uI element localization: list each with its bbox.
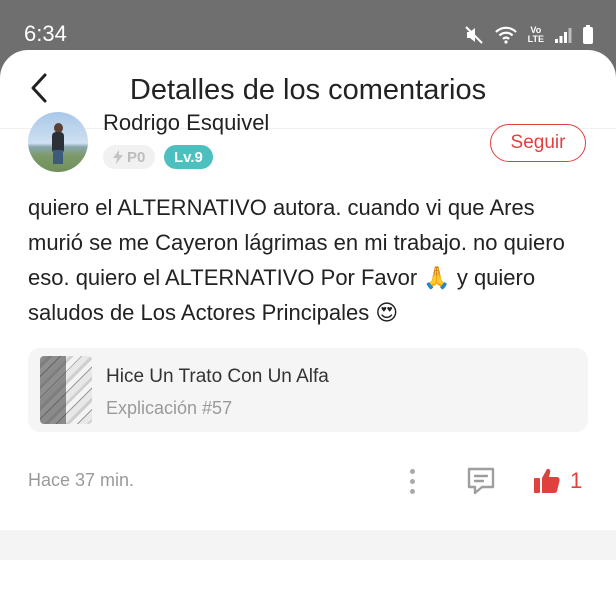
- like-count: 1: [570, 468, 583, 493]
- like-button[interactable]: 1: [532, 464, 582, 498]
- book-title: Hice Un Trato Con Un Alfa: [106, 366, 329, 387]
- book-cover: [40, 356, 92, 424]
- comment-text: quiero el ALTERNATIVO autora. cuando vi …: [28, 195, 565, 325]
- follow-button[interactable]: Seguir: [490, 124, 586, 162]
- section-divider: [0, 530, 616, 560]
- thumbs-up-icon: [534, 468, 560, 493]
- header: Detalles de los comentarios: [0, 50, 616, 129]
- points-value: P0: [127, 148, 146, 166]
- mute-icon: [464, 26, 483, 44]
- signal-icon: [555, 28, 572, 43]
- page-title: Detalles de los comentarios: [129, 74, 487, 106]
- status-icons: Vo LTE: [464, 24, 594, 46]
- book-card[interactable]: Hice Un Trato Con Un Alfa Explicación #5…: [28, 348, 588, 432]
- author-name[interactable]: Rodrigo Esquivel: [103, 110, 269, 136]
- battery-icon: [583, 25, 593, 44]
- avatar[interactable]: [28, 112, 88, 172]
- level-badge: Lv.9: [164, 145, 213, 169]
- wifi-icon: [494, 26, 517, 44]
- status-time: 6:34: [24, 21, 67, 46]
- more-options-button[interactable]: [402, 466, 422, 496]
- lte-icon: Vo LTE: [527, 25, 544, 44]
- comment-icon: [467, 467, 495, 495]
- reply-button[interactable]: [464, 464, 498, 498]
- points-badge: P0: [103, 145, 156, 169]
- book-episode: Explicación #57: [106, 398, 233, 418]
- lightning-icon: [113, 150, 123, 164]
- comment-timestamp: Hace 37 min.: [28, 470, 135, 490]
